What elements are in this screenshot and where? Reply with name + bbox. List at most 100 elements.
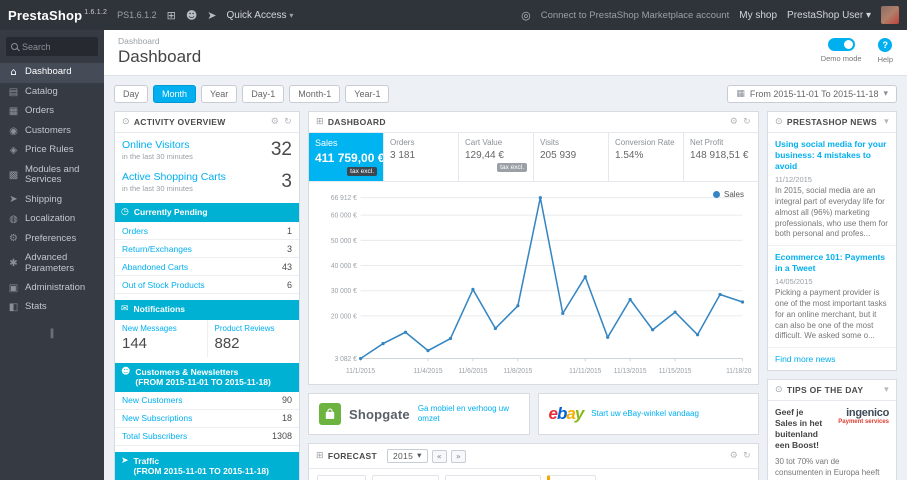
filter-day-1-button[interactable]: Day-1 <box>242 85 285 103</box>
total-subscribers-row[interactable]: Total Subscribers 1308 <box>115 428 299 446</box>
sidebar-item-localization[interactable]: ◍ Localization <box>0 210 104 230</box>
online-visitors-stat[interactable]: Online Visitors in the last 30 minutes 3… <box>115 133 299 165</box>
help-control[interactable]: ? Help <box>878 38 893 64</box>
svg-text:11/8/2015: 11/8/2015 <box>503 368 532 375</box>
find-more-news-link[interactable]: Find more news <box>768 348 896 370</box>
forecast-toggle-conversion[interactable]: Conversion <box>371 475 440 480</box>
my-shop-link[interactable]: My shop <box>739 10 777 21</box>
forecast-toggle-traffic[interactable]: Traffic <box>317 475 366 480</box>
person-icon[interactable]: ☻ <box>186 9 197 22</box>
pending-row-returns[interactable]: Return/Exchanges 3 <box>115 240 299 259</box>
active-carts-label: Active Shopping Carts <box>122 171 226 183</box>
demo-mode-control[interactable]: Demo mode <box>821 38 862 63</box>
sidebar-item-stats[interactable]: ◧ Stats <box>0 298 104 318</box>
shopgate-link[interactable]: Ga mobiel en verhoog uw omzet <box>418 404 519 425</box>
pending-row-orders[interactable]: Orders 1 <box>115 222 299 241</box>
svg-text:30 000 €: 30 000 € <box>331 288 357 295</box>
ebay-link[interactable]: Start uw eBay-winkel vandaag <box>591 409 699 419</box>
sidebar-item-dashboard[interactable]: ⌂ Dashboard <box>0 63 104 83</box>
filter-month-button[interactable]: Month <box>153 85 197 103</box>
gear-icon[interactable]: ⚙ <box>271 117 279 127</box>
active-carts-stat[interactable]: Active Shopping Carts in the last 30 min… <box>115 165 299 197</box>
topbar: PrestaShop 1.6.1.2 PS1.6.1.2 ⊞ ☻ ➤ Quick … <box>0 0 907 30</box>
kpi-net-profit[interactable]: Net Profit 148 918,51 € <box>683 133 758 181</box>
forecast-toggle-sales[interactable]: Sales <box>547 475 597 480</box>
forecast-prev-button[interactable]: « <box>431 449 447 463</box>
svg-text:40 000 €: 40 000 € <box>331 263 357 270</box>
tips-of-the-day-panel: ⊙ TIPS OF THE DAY ▾ Geef je Sales in het… <box>767 379 897 480</box>
avatar[interactable] <box>881 6 899 24</box>
sidebar-item-advanced-parameters[interactable]: ✱ Advanced Parameters <box>0 249 104 279</box>
administration-icon: ▣ <box>8 282 19 294</box>
filter-year-1-button[interactable]: Year-1 <box>345 85 390 103</box>
customers-icon: ◉ <box>9 125 18 137</box>
svg-text:60 000 €: 60 000 € <box>331 213 357 220</box>
search-input[interactable] <box>22 41 93 52</box>
refresh-icon[interactable]: ↻ <box>284 117 292 127</box>
sidebar-item-shipping[interactable]: ➤ Shipping <box>0 190 104 210</box>
refresh-icon[interactable]: ↻ <box>743 117 751 127</box>
filter-year-button[interactable]: Year <box>201 85 238 103</box>
svg-text:11/4/2015: 11/4/2015 <box>413 368 442 375</box>
news-article-date: 14/05/2015 <box>775 277 813 287</box>
sales-chart: 66 912 € 60 000 € 50 000 € 40 000 € 30 000 €… <box>331 195 752 375</box>
chevron-down-icon: ▾ <box>417 451 422 461</box>
chevron-down-icon: ▾ <box>883 89 888 99</box>
filter-month-1-button[interactable]: Month-1 <box>289 85 341 103</box>
refresh-icon[interactable]: ↻ <box>743 451 751 461</box>
demo-mode-label: Demo mode <box>820 54 862 63</box>
prestashop-news-panel: ⊙ PRESTASHOP NEWS ▾ Using social media f… <box>767 111 897 372</box>
help-icon[interactable]: ? <box>878 38 893 52</box>
sidebar-item-administration[interactable]: ▣ Administration <box>0 279 104 299</box>
shopgate-promo[interactable]: Shopgate Ga mobiel en verhoog uw omzet <box>308 393 530 435</box>
product-reviews-cell[interactable]: Product Reviews 882 <box>206 319 300 357</box>
pending-row-abandoned-carts[interactable]: Abandoned Carts 43 <box>115 258 299 277</box>
demo-mode-toggle[interactable] <box>827 38 855 51</box>
ebay-promo[interactable]: ebay Start uw eBay-winkel vandaag <box>537 393 759 435</box>
gear-icon[interactable]: ⚙ <box>730 117 738 127</box>
kpi-visits[interactable]: Visits 205 939 <box>533 133 608 181</box>
sidebar: ⌂Dashboard ▤Catalog ▦Orders ◉Customers ◈… <box>0 30 104 480</box>
sidebar-search[interactable] <box>6 37 98 56</box>
sidebar-item-customers[interactable]: ◉ Customers <box>0 122 104 142</box>
traffic-banner: ➤ Traffic (FROM 2015-11-01 TO 2015-11-18) <box>115 451 299 480</box>
prestashop-logo[interactable]: PrestaShop 1.6.1.2 <box>8 8 107 23</box>
kpi-conversion-rate[interactable]: Conversion Rate 1.54% <box>608 133 683 181</box>
filter-day-button[interactable]: Day <box>114 85 149 103</box>
sidebar-item-catalog[interactable]: ▤ Catalog <box>0 83 104 103</box>
stats-icon: ◧ <box>8 302 19 314</box>
cart-icon[interactable]: ⊞ <box>167 9 176 22</box>
shopgate-brand: Shopgate <box>349 406 410 422</box>
advanced-parameters-icon: ✱ <box>9 258 18 270</box>
breadcrumb[interactable]: Dashboard <box>118 36 201 46</box>
collapse-sidebar-icon[interactable]: ‖ <box>0 318 104 349</box>
kpi-cart-value[interactable]: Cart Value 129,44 € tax excl. <box>458 133 533 181</box>
date-range-button[interactable]: ▦ From 2015-11-01 To 2015-11-18 ▾ <box>727 85 897 103</box>
news-article-title[interactable]: Ecommerce 101: Payments in a Tweet <box>775 252 889 274</box>
user-menu[interactable]: PrestaShop User ▾ <box>787 10 871 21</box>
pending-row-out-of-stock[interactable]: Out of Stock Products 6 <box>115 276 299 295</box>
new-messages-cell[interactable]: New Messages 144 <box>115 320 207 357</box>
sidebar-item-modules[interactable]: ▩ Modules and Services <box>0 161 104 191</box>
sidebar-item-orders[interactable]: ▦ Orders <box>0 102 104 122</box>
calendar-icon: ▦ <box>736 89 745 99</box>
gear-icon[interactable]: ⚙ <box>730 451 738 461</box>
sidebar-item-price-rules[interactable]: ◈ Price Rules <box>0 141 104 161</box>
kpi-orders[interactable]: Orders 3 181 <box>383 133 458 181</box>
svg-text:50 000 €: 50 000 € <box>331 238 357 245</box>
forecast-next-button[interactable]: » <box>450 449 467 463</box>
online-visitors-label: Online Visitors <box>122 139 190 151</box>
marketplace-link[interactable]: Connect to PrestaShop Marketplace accoun… <box>541 10 730 21</box>
news-article-title[interactable]: Using social media for your business: 4 … <box>775 139 889 172</box>
forecast-year-select[interactable]: 2015 ▾ <box>387 449 428 463</box>
chevron-down-icon[interactable]: ▾ <box>884 385 889 395</box>
forecast-toggle-average-cart-value[interactable]: Average Cart Value <box>445 475 542 480</box>
sidebar-item-preferences[interactable]: ⚙ Preferences <box>0 229 104 249</box>
quick-access-menu[interactable]: Quick Access ▾ <box>227 10 294 21</box>
rocket-icon[interactable]: ➤ <box>207 9 216 22</box>
svg-text:11/15/2015: 11/15/2015 <box>659 368 692 375</box>
new-customers-row[interactable]: New Customers 90 <box>115 392 299 410</box>
chevron-down-icon[interactable]: ▾ <box>884 117 889 127</box>
new-subscriptions-row[interactable]: New Subscriptions 18 <box>115 410 299 428</box>
kpi-sales[interactable]: Sales 411 759,00 € tax excl. <box>309 133 384 181</box>
